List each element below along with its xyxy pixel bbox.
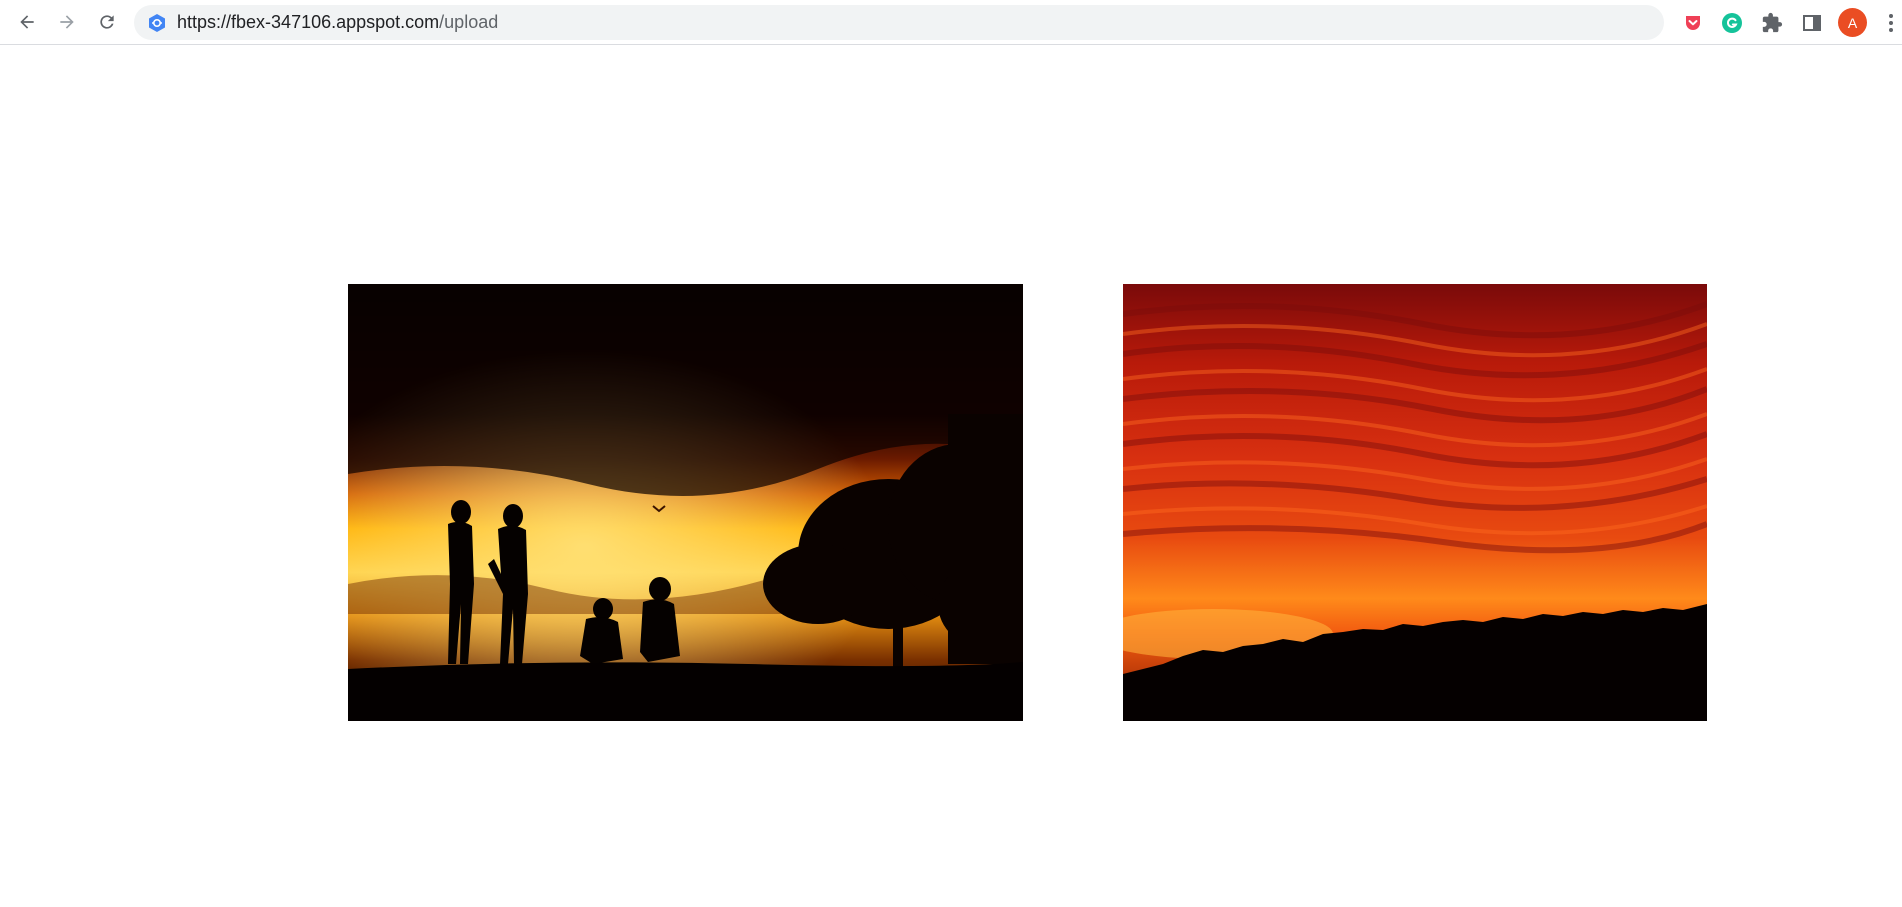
browser-toolbar: https://fbex-347106.appspot.com/upload A <box>0 0 1902 45</box>
profile-initial: A <box>1847 14 1858 31</box>
red-sky-image <box>1123 284 1707 721</box>
reload-icon <box>100 15 114 29</box>
kebab-menu-icon[interactable] <box>1885 11 1897 35</box>
reload-button[interactable] <box>91 6 123 38</box>
app-engine-site-icon[interactable] <box>147 13 167 33</box>
back-button[interactable] <box>11 6 43 38</box>
profile-avatar[interactable]: A <box>1838 8 1867 37</box>
url-host: https://fbex-347106.appspot.com <box>177 12 440 32</box>
url-path: /upload <box>439 12 499 32</box>
silhouettes-at-sunset-photo <box>348 284 1023 721</box>
forward-arrow-icon <box>60 15 74 29</box>
pocket-extension-icon[interactable] <box>1681 11 1705 35</box>
side-panel-icon[interactable] <box>1800 11 1824 35</box>
sunset-silhouette-image <box>348 284 1023 721</box>
red-sky-sunset-photo <box>1123 284 1707 721</box>
url-text: https://fbex-347106.appspot.com/upload <box>177 12 498 33</box>
grammarly-extension-icon[interactable] <box>1720 11 1744 35</box>
back-arrow-icon <box>20 15 34 29</box>
address-bar[interactable]: https://fbex-347106.appspot.com/upload <box>134 5 1664 40</box>
puzzle-piece-icon[interactable] <box>1760 11 1784 35</box>
forward-button[interactable] <box>51 6 83 38</box>
